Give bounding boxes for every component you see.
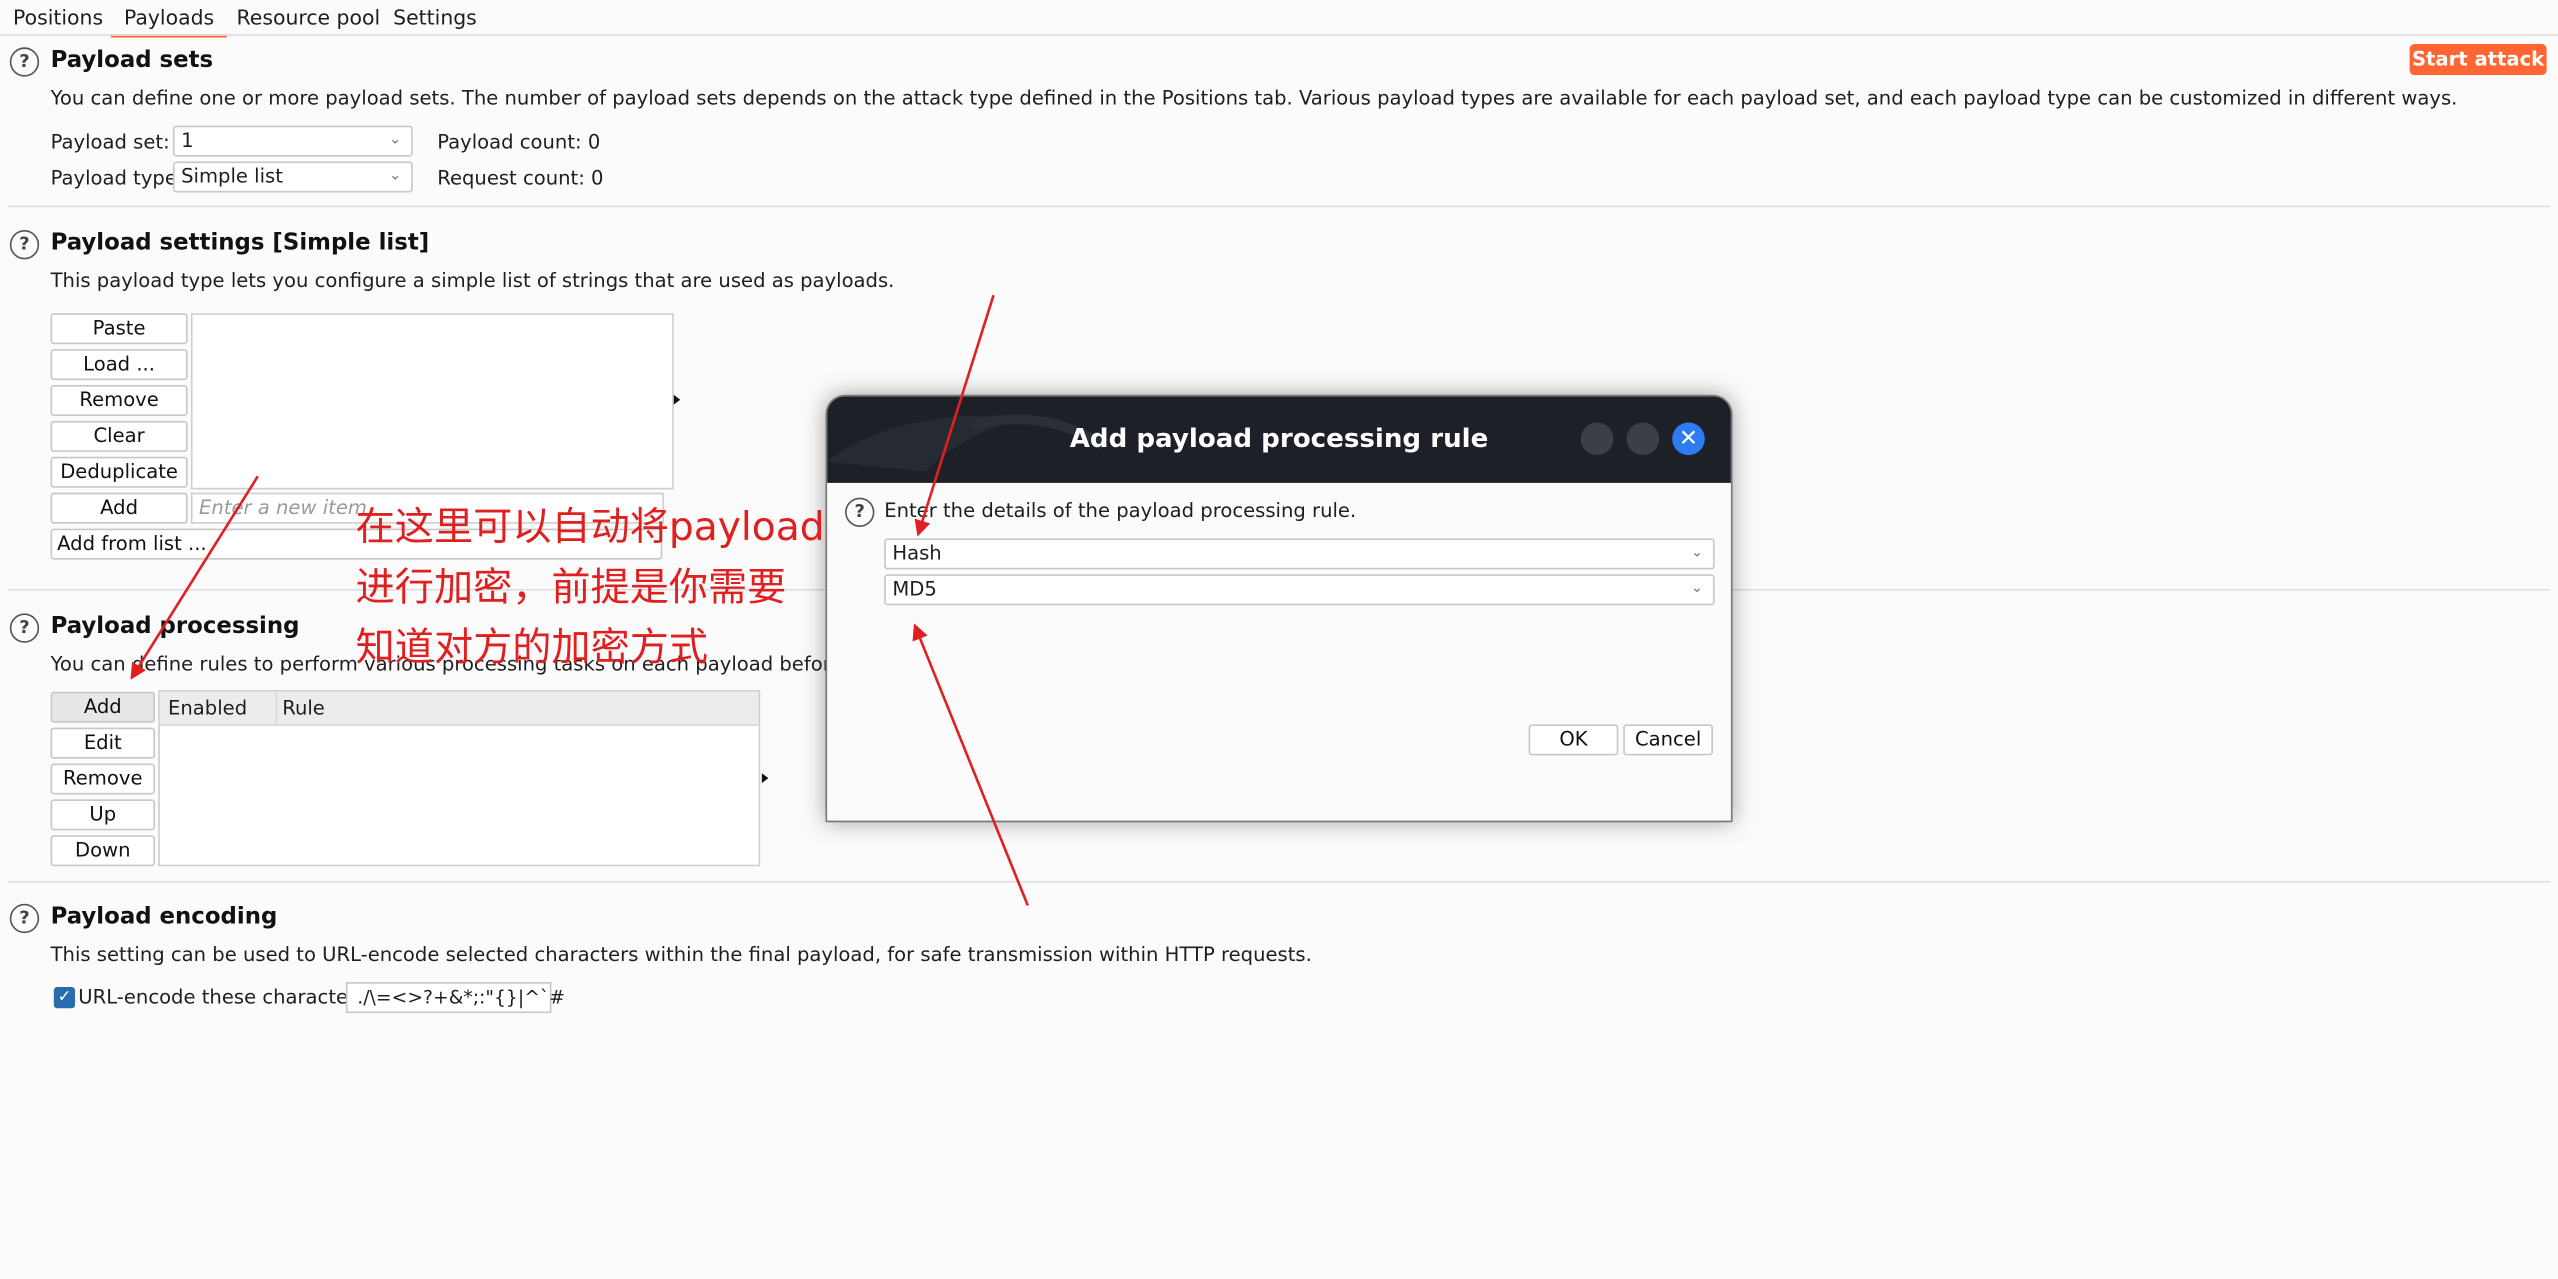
arrow-to-hash-select — [914, 294, 995, 537]
arrow-to-add-rule-button — [130, 475, 259, 680]
arrow-to-md5-select — [912, 623, 1029, 906]
annotation-arrows — [130, 294, 1029, 906]
